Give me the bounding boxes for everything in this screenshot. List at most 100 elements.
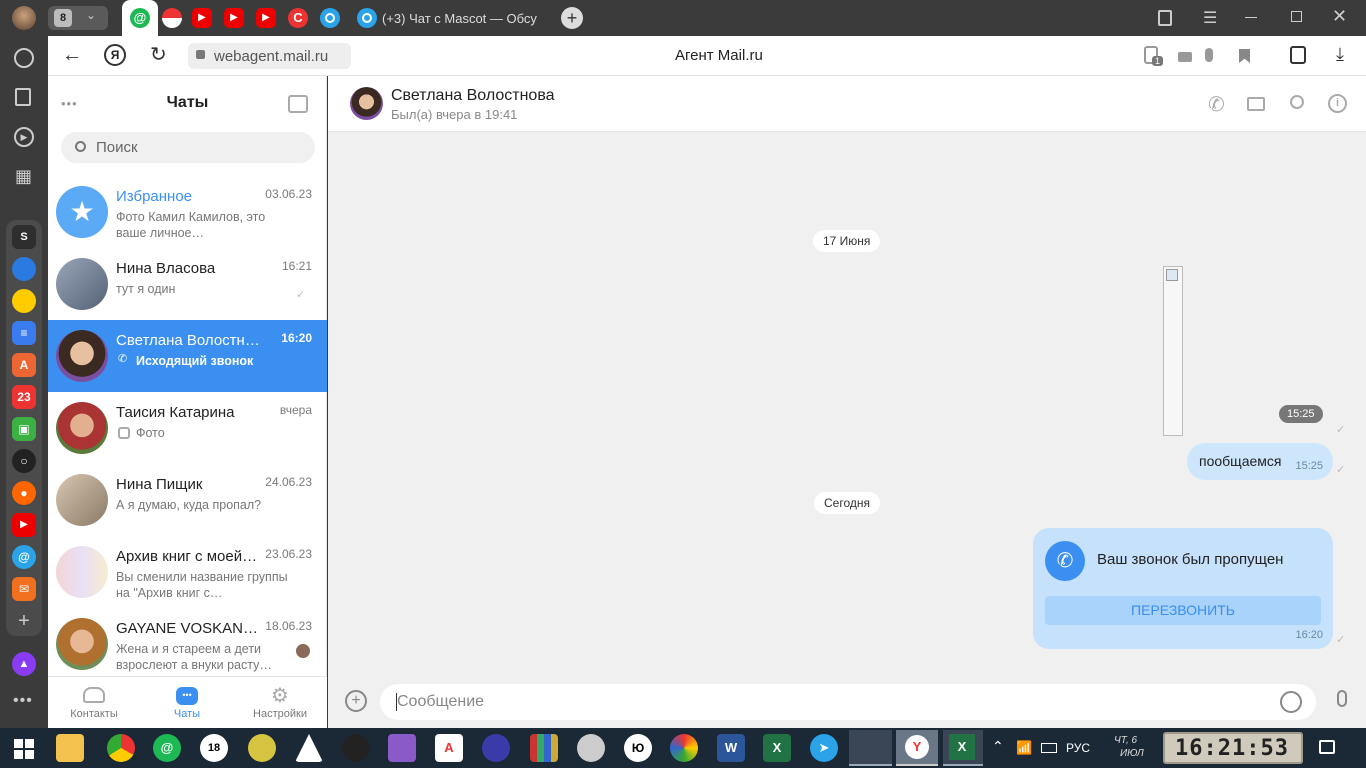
telegram-icon[interactable]: ➤ — [810, 734, 838, 762]
clock-widget[interactable]: 16:21:53 — [1163, 732, 1303, 764]
phone-call-icon[interactable]: ✆ — [1208, 92, 1225, 117]
add-app-icon[interactable]: + — [12, 609, 36, 633]
favorites-star-icon: ★ — [56, 186, 108, 238]
camera-app-icon[interactable]: ○ — [12, 449, 36, 473]
docs-app-icon[interactable]: ≡ — [12, 321, 36, 345]
compose-icon[interactable] — [288, 95, 308, 113]
app-18-icon[interactable]: 18 — [200, 734, 228, 762]
reading-list-icon[interactable] — [1290, 46, 1306, 64]
nav-contacts[interactable]: Контакты — [63, 685, 125, 727]
back-arrow-icon[interactable]: ← — [62, 44, 82, 67]
globe-app-icon[interactable] — [577, 734, 605, 762]
s-app-icon[interactable]: S — [12, 225, 36, 249]
envelope-app-icon[interactable]: ✉ — [12, 577, 36, 601]
apps-grid-icon[interactable]: ▦ — [15, 166, 32, 187]
outgoing-message[interactable]: пообщаемся 15:25 — [1187, 443, 1333, 480]
language-indicator[interactable]: РУС — [1066, 741, 1090, 755]
microphone-icon[interactable] — [1205, 48, 1213, 62]
yandex-icon[interactable]: Я — [104, 44, 126, 66]
alice-icon[interactable]: ▲ — [12, 652, 36, 676]
swirl-app-icon[interactable] — [12, 257, 36, 281]
tab-youtube-2[interactable]: ▶ — [224, 8, 244, 28]
music-app-icon[interactable]: ● — [12, 481, 36, 505]
chat-item-nina-pishchik[interactable]: Нина Пищик 24.06.23 А я думаю, куда проп… — [48, 464, 327, 536]
new-tab-button[interactable]: + — [561, 7, 583, 29]
search-input[interactable]: Поиск — [61, 132, 315, 163]
chat-item-svetlana-volostnova[interactable]: Светлана Волостн… 16:20 ✆ Исходящий звон… — [48, 320, 327, 392]
contact-avatar[interactable] — [350, 87, 383, 120]
taskbar-running-books[interactable] — [849, 730, 892, 766]
chat-item-nina-vlasova[interactable]: Нина Власова 16:21 тут я один ✓ — [48, 248, 327, 320]
notes-icon[interactable] — [15, 88, 31, 106]
yu-app-icon[interactable]: Ю — [624, 734, 652, 762]
broken-image-icon — [1166, 269, 1178, 281]
minimize-button[interactable] — [1245, 17, 1257, 18]
tab-group-counter[interactable]: 8 ⌄ — [48, 6, 108, 30]
media-play-icon[interactable]: ▶ — [14, 127, 34, 147]
translate-app-icon[interactable]: A — [12, 353, 36, 377]
nav-chats[interactable]: ••• Чаты — [156, 685, 218, 727]
tab-mascot-chat[interactable]: (+3) Чат с Mascot — Обсу — [352, 6, 548, 30]
read-check-icon: ✓ — [1336, 464, 1346, 476]
red-triangle-app-icon[interactable] — [295, 734, 323, 762]
windows-start-icon[interactable] — [14, 739, 34, 759]
microphone-icon[interactable] — [1337, 690, 1347, 707]
tab-youtube-1[interactable]: ▶ — [192, 8, 212, 28]
video-call-icon[interactable] — [1247, 97, 1265, 111]
tab-youtube-3[interactable]: ▶ — [256, 8, 276, 28]
books-app-icon[interactable] — [530, 734, 558, 762]
download-icon[interactable]: ⤓ — [1336, 44, 1344, 65]
network-icon[interactable]: 📶 — [1016, 740, 1032, 756]
more-icon[interactable]: ••• — [13, 692, 33, 710]
tiles-app-icon[interactable]: ▣ — [12, 417, 36, 441]
yandex-browser-icon[interactable]: Y — [896, 730, 938, 766]
pdf-icon[interactable]: A — [435, 734, 463, 762]
chat-item-book-archive[interactable]: Архив книг с моей… 23.06.23 Вы сменили н… — [48, 536, 327, 608]
calendar-app-icon[interactable]: 23 — [12, 385, 36, 409]
excel-icon[interactable]: X — [763, 734, 791, 762]
tab-ring-site[interactable] — [320, 8, 340, 28]
chat-item-gayane-voskanyan[interactable]: GAYANE VOSKAN… 18.06.23 Жена и я стареем… — [48, 608, 327, 680]
paint-icon[interactable] — [670, 734, 698, 762]
pie-app-icon[interactable] — [12, 289, 36, 313]
message-input[interactable]: Сообщение — [380, 684, 1316, 720]
search-icon[interactable] — [1290, 95, 1304, 109]
contact-name[interactable]: Светлана Волостнова — [391, 87, 555, 105]
camera-icon[interactable] — [1178, 52, 1192, 62]
profile-avatar[interactable] — [12, 6, 36, 30]
cartoon-app-icon[interactable] — [248, 734, 276, 762]
restore-button[interactable] — [1291, 11, 1302, 22]
word-icon[interactable]: W — [717, 734, 745, 762]
space-app-icon[interactable] — [482, 734, 510, 762]
broken-image[interactable] — [1163, 266, 1183, 436]
mail-agent-icon[interactable]: @ — [153, 734, 181, 762]
extensions-icon[interactable]: 1 — [1144, 46, 1164, 66]
url-field[interactable]: webagent.mail.ru — [188, 43, 351, 69]
collections-icon[interactable] — [1158, 10, 1172, 26]
emoji-icon[interactable] — [1280, 691, 1302, 713]
chrome-icon[interactable] — [107, 734, 135, 762]
nav-settings[interactable]: ⚙ Настройки — [248, 685, 312, 727]
youtube-app-icon[interactable]: ▶ — [12, 513, 36, 537]
history-icon[interactable] — [14, 48, 34, 68]
media-player-icon[interactable] — [342, 734, 370, 762]
tab-c-site[interactable]: C — [288, 8, 308, 28]
close-window-button[interactable]: ✕ — [1332, 6, 1347, 27]
battery-icon[interactable] — [1041, 743, 1057, 753]
reload-icon[interactable]: ↻ — [150, 42, 167, 67]
chat-item-taisiya-katarina[interactable]: Таисия Катарина вчера Фото — [48, 392, 327, 464]
notifications-icon[interactable] — [1319, 740, 1335, 754]
mail-at-app-icon[interactable]: @ — [12, 545, 36, 569]
chat-item-favorites[interactable]: ★ Избранное 03.06.23 Фото Камил Камилов,… — [48, 176, 327, 248]
bookmark-icon[interactable] — [1239, 49, 1250, 63]
tab-mail-agent[interactable]: @ — [122, 0, 158, 36]
attach-plus-icon[interactable]: + — [345, 690, 367, 712]
tab-pokeball[interactable] — [162, 8, 182, 28]
menu-icon[interactable]: ☰ — [1203, 8, 1217, 28]
purple-app-icon[interactable] — [388, 734, 416, 762]
info-icon[interactable]: i — [1328, 94, 1347, 113]
tray-chevron-up-icon[interactable]: ⌃ — [992, 738, 1004, 755]
call-back-button[interactable]: ПЕРЕЗВОНИТЬ — [1045, 596, 1321, 625]
excel-running-icon[interactable]: X — [943, 730, 983, 766]
file-explorer-icon[interactable] — [56, 734, 84, 762]
